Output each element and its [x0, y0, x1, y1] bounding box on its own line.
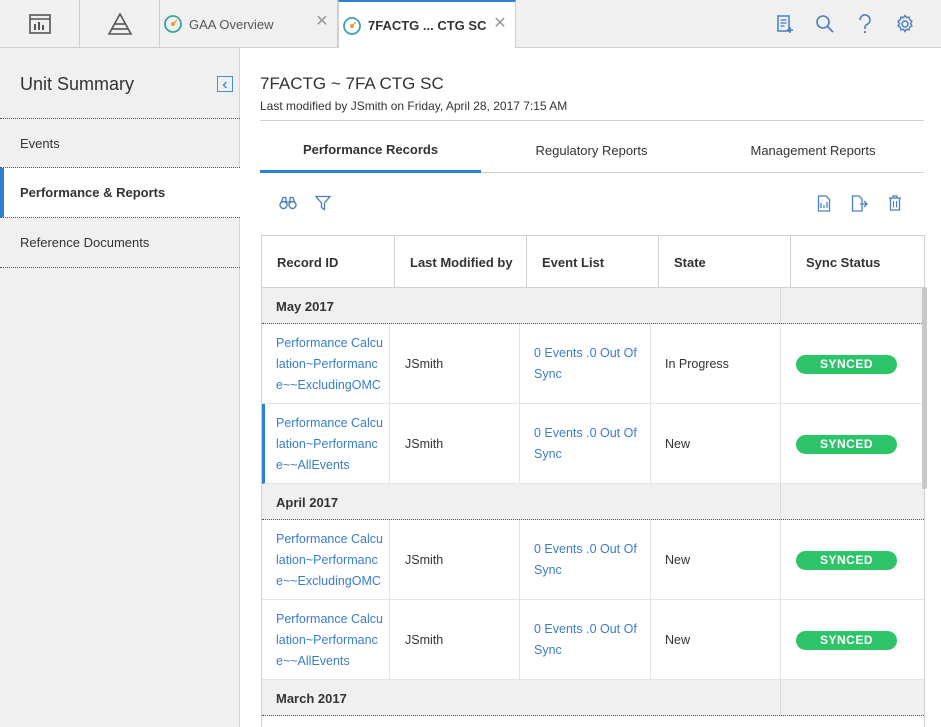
top-bar: GAA Overview ✕ 7FACTG ... CTG SC ✕ [0, 0, 941, 49]
group-label: May 2017 [276, 298, 334, 314]
gauge-icon [163, 14, 183, 34]
record-id-link[interactable]: Performance Calculation~Performance~~Exc… [262, 324, 390, 404]
modified-by-cell: JSmith [390, 520, 520, 600]
state-cell: In Progress [651, 324, 781, 404]
dashboard-icon [28, 13, 51, 34]
group-header: March 2017 [262, 680, 924, 716]
hierarchy-button[interactable] [80, 0, 160, 47]
column-header-record-id[interactable]: Record ID [262, 236, 395, 288]
record-id-link[interactable]: Performance Calculation~Performance~~All… [262, 600, 390, 680]
divider [260, 120, 924, 121]
close-icon[interactable]: ✕ [493, 14, 507, 34]
table-row[interactable]: Performance Calculation~Performance~~All… [262, 600, 924, 680]
sidebar-item-events[interactable]: Events [0, 118, 240, 168]
binoculars-icon[interactable] [278, 193, 298, 213]
modified-by-cell: JSmith [390, 404, 520, 484]
tab-gaa-overview[interactable]: GAA Overview ✕ [160, 0, 338, 48]
table-scrollbar[interactable] [922, 287, 927, 489]
collapse-sidebar-button[interactable] [217, 76, 233, 92]
group-label: April 2017 [276, 494, 339, 510]
status-badge: SYNCED [796, 354, 897, 374]
tab-regulatory-reports[interactable]: Regulatory Reports [481, 128, 702, 173]
record-id-link[interactable]: Performance Calculation~Performance~~Exc… [262, 520, 390, 600]
event-list-link[interactable]: 0 Events .0 Out Of Sync [520, 600, 651, 680]
column-header-sync-status[interactable]: Sync Status [791, 236, 924, 288]
help-icon[interactable] [853, 12, 877, 36]
status-badge: SYNCED [796, 434, 897, 454]
state-cell: New [651, 600, 781, 680]
divider [780, 288, 781, 324]
chevron-left-icon [221, 77, 229, 92]
main-panel: 7FACTG ~ 7FA CTG SC Last modified by JSm… [241, 48, 941, 727]
record-id-link[interactable]: Performance Calculation~Performance~~All… [262, 404, 390, 484]
sidebar-item-performance-reports[interactable]: Performance & Reports [0, 168, 240, 218]
divider [780, 484, 781, 520]
column-header-last-modified[interactable]: Last Modified by [395, 236, 527, 288]
divider [780, 680, 781, 716]
sync-status-cell: SYNCED [781, 520, 924, 600]
group-header: April 2017 [262, 484, 924, 520]
sync-status-cell: SYNCED [781, 600, 924, 680]
delete-icon[interactable] [885, 193, 905, 213]
status-badge: SYNCED [796, 550, 897, 570]
gauge-icon [342, 16, 362, 36]
column-header-event-list[interactable]: Event List [527, 236, 659, 288]
group-label: March 2017 [276, 690, 347, 706]
sidebar-title: Unit Summary [20, 74, 135, 94]
event-list-link[interactable]: 0 Events .0 Out Of Sync [520, 520, 651, 600]
table-row[interactable]: Performance Calculation~Performance~~Exc… [262, 520, 924, 600]
last-modified-text: Last modified by JSmith on Friday, April… [260, 99, 568, 113]
column-header-state[interactable]: State [659, 236, 791, 288]
dashboard-button[interactable] [0, 0, 80, 47]
export-icon[interactable] [849, 193, 869, 213]
status-badge: SYNCED [796, 630, 897, 650]
pyramid-icon [107, 12, 132, 35]
sidebar-item-reference-documents[interactable]: Reference Documents [0, 218, 240, 268]
sidebar-item-label: Reference Documents [20, 235, 150, 250]
table-row[interactable]: Performance Calculation~Performance~~All… [262, 404, 924, 484]
state-cell: New [651, 404, 781, 484]
sidebar-item-label: Events [20, 135, 60, 151]
table-header: Record ID Last Modified by Event List St… [262, 236, 924, 288]
tab-management-reports[interactable]: Management Reports [702, 128, 924, 173]
table-row[interactable]: Performance Calculation~Performance~~Exc… [262, 324, 924, 404]
tab-performance-records[interactable]: Performance Records [260, 128, 481, 173]
tab-label: GAA Overview [189, 16, 274, 32]
tab-7factg[interactable]: 7FACTG ... CTG SC ✕ [338, 0, 516, 49]
search-icon[interactable] [813, 12, 837, 36]
filter-icon[interactable] [313, 193, 333, 213]
tab-label: 7FACTG ... CTG SC [368, 18, 487, 33]
document-icon[interactable] [814, 193, 834, 213]
sidebar: Unit Summary Events Performance & Report… [0, 48, 240, 727]
close-icon[interactable]: ✕ [315, 12, 329, 32]
modified-by-cell: JSmith [390, 600, 520, 680]
sync-status-cell: SYNCED [781, 324, 924, 404]
report-tabs: Performance Records Regulatory Reports M… [260, 128, 924, 173]
new-record-icon[interactable] [773, 12, 797, 36]
settings-icon[interactable] [893, 12, 917, 36]
records-table: Record ID Last Modified by Event List St… [261, 235, 925, 727]
event-list-link[interactable]: 0 Events .0 Out Of Sync [520, 324, 651, 404]
modified-by-cell: JSmith [390, 324, 520, 404]
state-cell: New [651, 520, 781, 600]
page-title: 7FACTG ~ 7FA CTG SC [260, 74, 444, 93]
event-list-link[interactable]: 0 Events .0 Out Of Sync [520, 404, 651, 484]
group-header: May 2017 [262, 288, 924, 324]
sync-status-cell: SYNCED [781, 404, 924, 484]
sidebar-item-label: Performance & Reports [20, 185, 166, 200]
